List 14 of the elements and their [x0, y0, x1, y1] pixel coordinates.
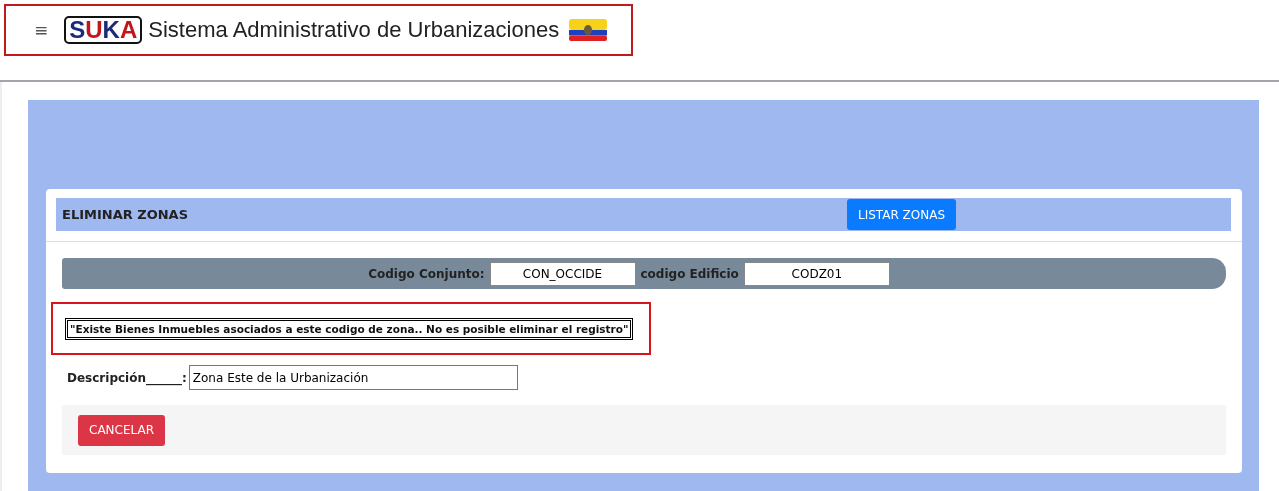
list-button[interactable]: LISTAR ZONAS — [847, 199, 957, 230]
logo: SUKA — [64, 16, 143, 44]
field-label: Descripción______: — [67, 370, 187, 385]
field-label: Codigo Conjunto: — [368, 266, 485, 281]
menu-icon[interactable]: ≡ — [34, 20, 49, 40]
error-message: "Existe Bienes Inmuebles asociados a este codigo de zona.. No es posible eliminar el registro" — [65, 317, 634, 340]
flag-icon — [569, 19, 608, 41]
cancel-button[interactable]: CANCELAR — [78, 414, 166, 446]
form-title: ELIMINAR ZONAS — [62, 207, 189, 222]
code-field[interactable]: CON_OCCIDE — [489, 261, 636, 286]
app-title: Sistema Administrativo de Urbanizaciones — [148, 17, 560, 43]
field-label: codigo Edificio — [640, 266, 739, 281]
description-field[interactable]: Zona Este de la Urbanización — [188, 365, 518, 390]
code-field[interactable]: CODZ01 — [743, 261, 890, 286]
